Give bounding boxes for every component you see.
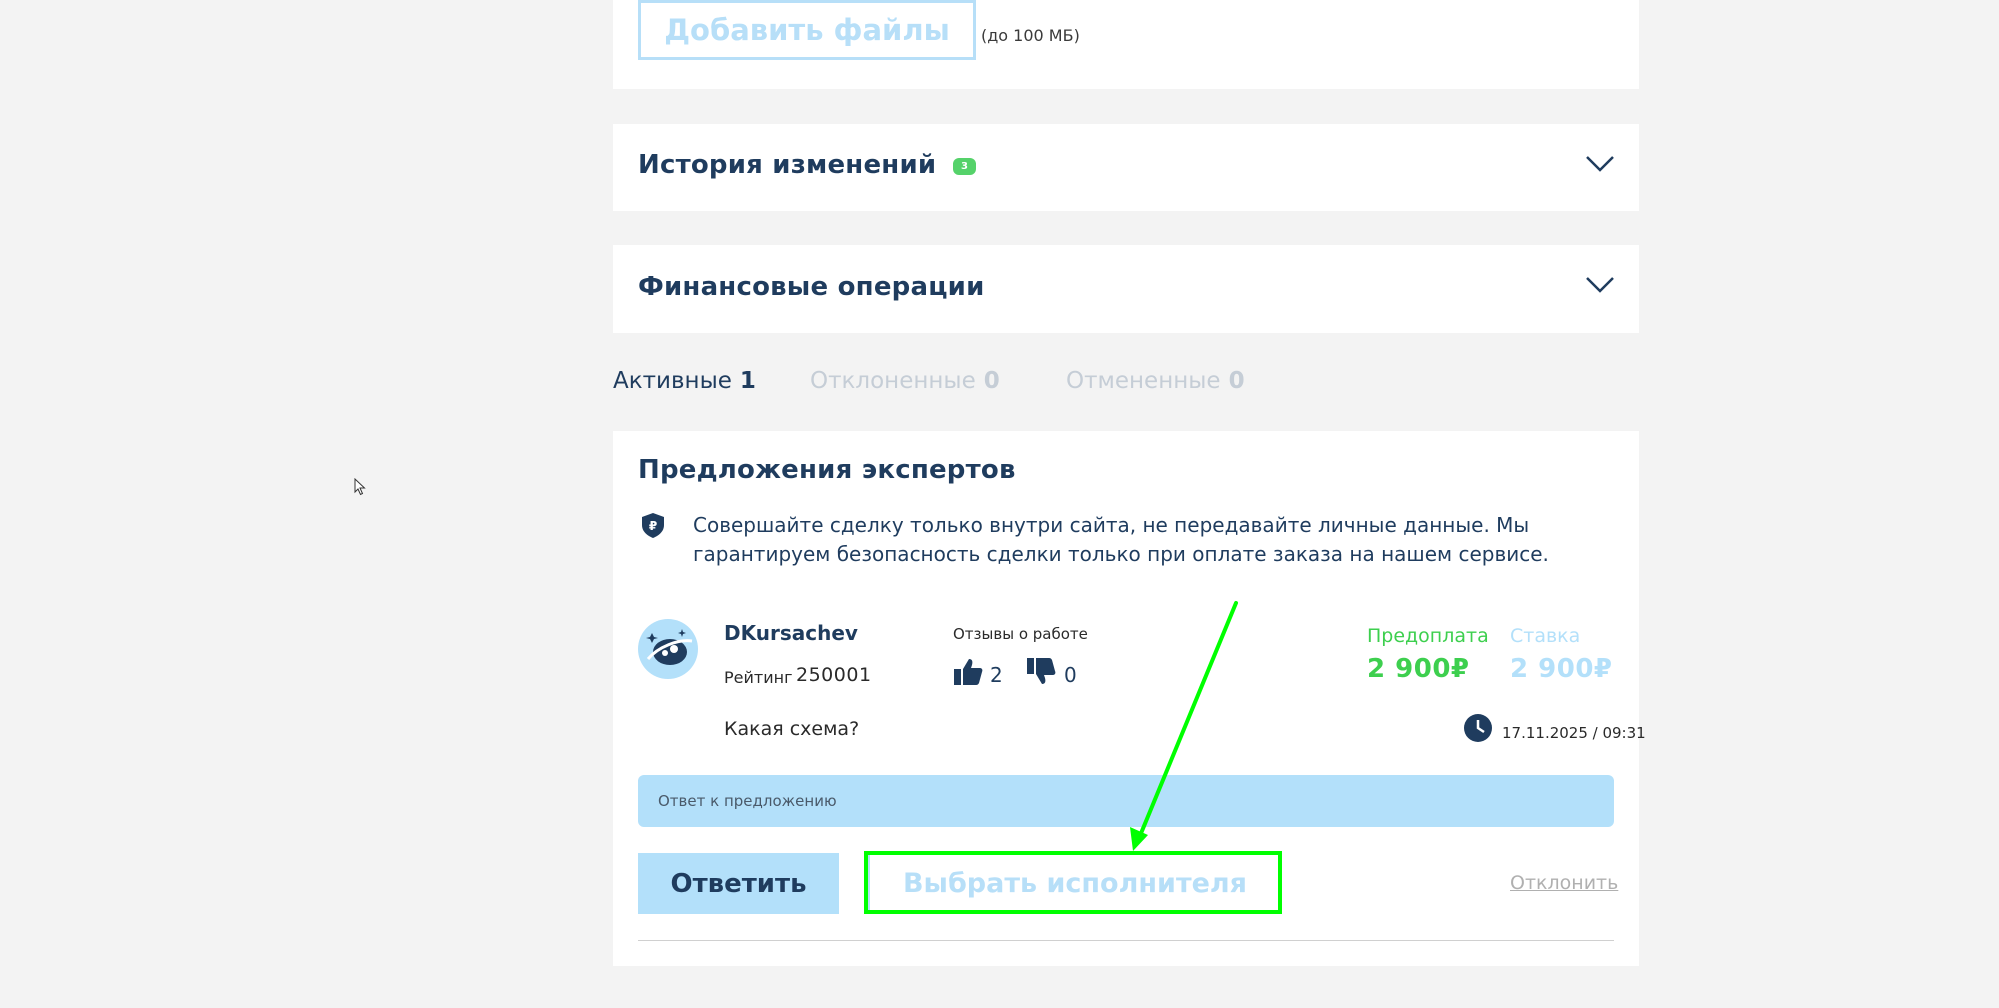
tab-cancelled[interactable]: Отмененные 0 [1066,368,1245,394]
svg-text:₽: ₽ [649,519,657,533]
decline-link[interactable]: Отклонить [1510,872,1618,894]
prepay-value: 2 900₽ [1367,654,1470,684]
files-size-limit: (до 100 МБ) [981,26,1080,45]
tab-rejected[interactable]: Отклоненные 0 [810,368,1000,394]
annotation-highlight-box [864,851,1282,914]
safety-notice: Совершайте сделку только внутри сайта, н… [693,513,1549,566]
likes-count: 2 [990,663,1003,687]
history-title: История изменений [638,150,937,180]
history-count-badge: 3 [953,158,976,175]
annotation-arrow [1130,601,1238,851]
offers-title: Предложения экспертов [638,455,1016,485]
rating-value: 250001 [796,664,872,686]
clock-icon [1464,714,1492,742]
divider [638,940,1614,941]
rate-label: Ставка [1510,625,1581,647]
dislikes-count: 0 [1064,663,1077,687]
avatar[interactable] [638,619,698,679]
thumbs-up-icon [954,659,983,685]
prepay-label: Предоплата [1367,625,1489,647]
rate-value: 2 900₽ [1510,654,1613,684]
tab-active[interactable]: Активные 1 [613,368,756,394]
add-files-button[interactable]: Добавить файлы [638,0,976,60]
expert-name-link[interactable]: DKursachev [724,621,858,645]
rating-label: Рейтинг [724,668,793,687]
finance-title: Финансовые операции [638,272,985,302]
chevron-down-icon[interactable] [1585,276,1615,294]
mouse-cursor-icon [354,478,366,496]
chevron-down-icon[interactable] [1585,155,1615,173]
offer-message: Какая схема? [724,718,860,740]
reviews-title: Отзывы о работе [953,625,1088,643]
shield-ruble-icon: ₽ [642,513,664,538]
reply-button[interactable]: Ответить [638,853,839,914]
thumbs-down-icon [1027,658,1056,684]
offer-timestamp: 17.11.2025 / 09:31 [1502,724,1646,742]
